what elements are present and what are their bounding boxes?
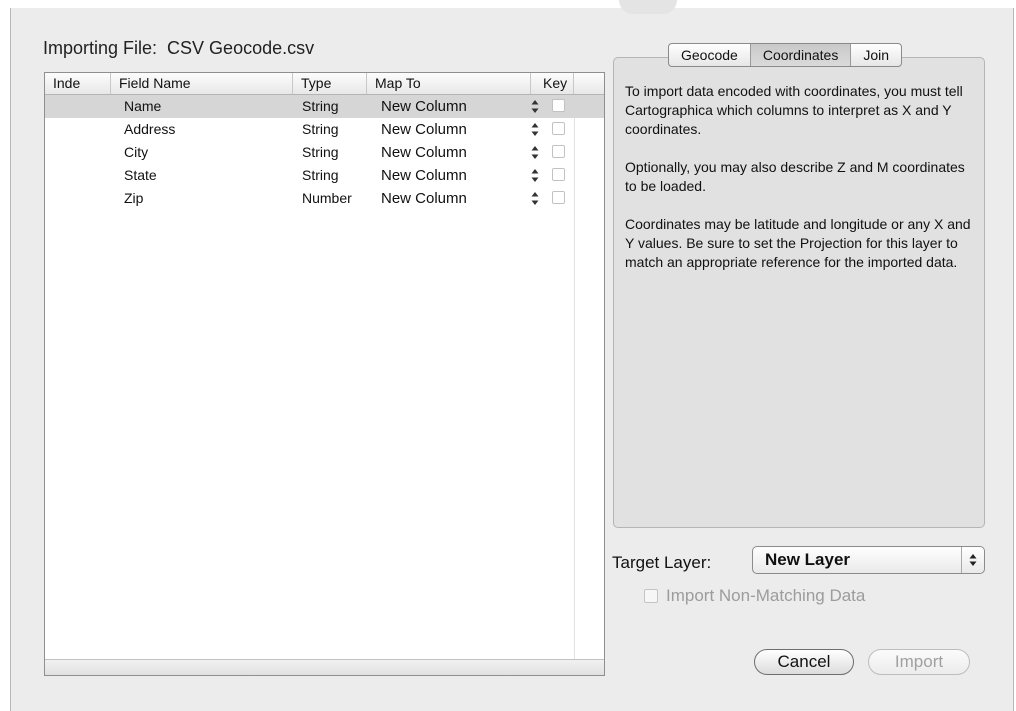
description-paragraph: To import data encoded with coordinates,… <box>625 83 963 137</box>
table-row[interactable]: Address String New Column <box>45 118 604 141</box>
table-row[interactable]: Zip Number New Column <box>45 187 604 210</box>
import-non-matching-checkbox[interactable] <box>644 589 658 603</box>
target-layer-label: Target Layer: <box>612 553 712 572</box>
field-type-cell: String <box>302 144 339 160</box>
field-name-cell: Zip <box>124 190 144 206</box>
panel-description: To import data encoded with coordinates,… <box>625 82 975 291</box>
field-name-cell: Name <box>124 98 162 114</box>
key-checkbox[interactable] <box>552 99 565 112</box>
description-paragraph: Optionally, you may also describe Z and … <box>625 159 965 194</box>
horizontal-scrollbar[interactable] <box>45 659 604 675</box>
target-layer-select[interactable]: New Layer <box>752 546 985 574</box>
tab-geocode[interactable]: Geocode <box>669 44 751 66</box>
field-name-cell: City <box>124 144 149 160</box>
table-row[interactable]: State String New Column <box>45 164 604 187</box>
import-button[interactable]: Import <box>868 649 970 675</box>
window-top-tab <box>619 0 677 14</box>
mode-tabs: Geocode Coordinates Join <box>668 43 903 67</box>
map-to-select[interactable]: New Column <box>381 95 467 118</box>
key-checkbox[interactable] <box>552 191 565 204</box>
table-body: Name String New Column Address String New Col… <box>45 95 604 210</box>
map-to-stepper-icon[interactable] <box>530 145 540 160</box>
map-to-select[interactable]: New Column <box>381 164 467 187</box>
column-header-map-to[interactable]: Map To <box>367 73 531 94</box>
cancel-button[interactable]: Cancel <box>754 649 854 675</box>
map-to-select[interactable]: New Column <box>381 118 467 141</box>
table-row[interactable]: City String New Column <box>45 141 604 164</box>
field-type-cell: Number <box>302 190 352 206</box>
map-to-stepper-icon[interactable] <box>530 191 540 206</box>
tab-join[interactable]: Join <box>851 44 901 66</box>
column-header-filler <box>574 73 604 94</box>
table-row[interactable]: Name String New Column <box>45 95 604 118</box>
importing-file-label: Importing File: <box>43 38 158 58</box>
key-checkbox[interactable] <box>552 145 565 158</box>
column-header-type[interactable]: Type <box>293 73 367 94</box>
key-checkbox[interactable] <box>552 122 565 135</box>
field-type-cell: String <box>302 167 339 183</box>
description-paragraph: Coordinates may be latitude and longitud… <box>625 216 971 270</box>
map-to-stepper-icon[interactable] <box>530 99 540 114</box>
map-to-select[interactable]: New Column <box>381 187 467 210</box>
tab-coordinates[interactable]: Coordinates <box>750 44 852 66</box>
field-name-cell: State <box>124 167 157 183</box>
importing-file-name: CSV Geocode.csv <box>167 38 315 58</box>
map-to-stepper-icon[interactable] <box>530 122 540 137</box>
table-header: Inde Field Name Type Map To Key <box>45 73 604 95</box>
field-name-cell: Address <box>124 121 176 137</box>
map-to-stepper-icon[interactable] <box>530 168 540 183</box>
column-header-field-name[interactable]: Field Name <box>111 73 293 94</box>
map-to-select[interactable]: New Column <box>381 141 467 164</box>
column-header-index[interactable]: Inde <box>45 73 111 94</box>
field-type-cell: String <box>302 121 339 137</box>
importing-file-title: Importing File: CSV Geocode.csv <box>43 38 314 59</box>
key-checkbox[interactable] <box>552 168 565 181</box>
field-type-cell: String <box>302 98 339 114</box>
target-layer-value: New Layer <box>765 550 851 569</box>
import-non-matching-option: Import Non-Matching Data <box>644 586 865 606</box>
column-header-key[interactable]: Key <box>531 73 574 94</box>
import-non-matching-label: Import Non-Matching Data <box>666 586 866 605</box>
select-arrows-icon <box>961 547 984 573</box>
field-table: Inde Field Name Type Map To Key Name Stri… <box>44 72 605 676</box>
